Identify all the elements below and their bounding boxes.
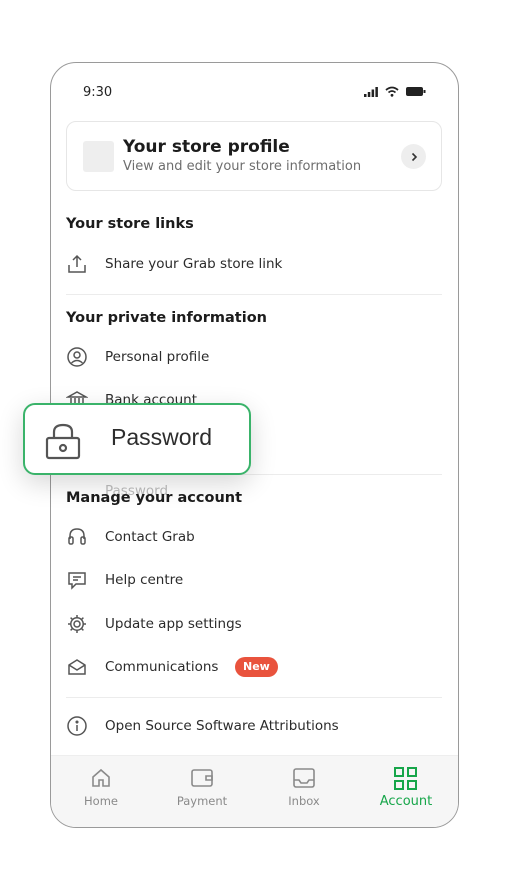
divider xyxy=(66,294,442,295)
menu-item-help-centre[interactable]: Help centre xyxy=(66,568,442,592)
menu-item-update-app-settings[interactable]: Update app settings xyxy=(66,612,442,636)
wifi-icon xyxy=(385,86,399,97)
envelope-open-icon xyxy=(66,656,88,678)
section-title-store-links: Your store links xyxy=(66,216,194,232)
bottom-tab-bar: Home Payment Inbox Account xyxy=(51,755,458,827)
lock-icon xyxy=(43,422,83,464)
menu-item-open-source-attributions[interactable]: Open Source Software Attributions xyxy=(66,714,442,738)
divider xyxy=(66,697,442,698)
section-title-manage-account: Manage your account xyxy=(66,490,243,506)
password-callout[interactable]: Password xyxy=(23,403,251,475)
home-icon xyxy=(92,768,110,787)
profile-circle-icon xyxy=(66,346,88,368)
menu-item-contact-grab[interactable]: Contact Grab xyxy=(66,525,442,549)
store-profile-subtitle: View and edit your store information xyxy=(123,159,362,174)
signal-icon xyxy=(364,86,378,97)
status-icons xyxy=(364,86,426,97)
menu-item-label: Share your Grab store link xyxy=(105,256,283,272)
menu-item-personal-profile[interactable]: Personal profile xyxy=(66,345,442,369)
tab-label: Inbox xyxy=(288,794,320,808)
tab-label: Payment xyxy=(176,794,228,808)
menu-item-label: Open Source Software Attributions xyxy=(105,718,339,734)
gear-icon xyxy=(66,613,88,635)
inbox-icon xyxy=(293,768,315,788)
menu-item-label: Help centre xyxy=(105,572,184,588)
grid-icon xyxy=(394,767,417,790)
headset-icon xyxy=(66,526,88,548)
battery-icon xyxy=(406,87,426,96)
tab-home[interactable]: Home xyxy=(51,766,151,808)
share-upload-icon xyxy=(66,253,88,275)
chevron-right-icon[interactable] xyxy=(401,144,426,169)
wallet-icon xyxy=(191,769,213,787)
password-callout-label: Password xyxy=(111,424,212,450)
tab-inbox[interactable]: Inbox xyxy=(254,766,354,808)
tab-payment[interactable]: Payment xyxy=(152,766,252,808)
status-bar: 9:30 xyxy=(51,63,458,121)
info-icon xyxy=(66,715,88,737)
status-time: 9:30 xyxy=(83,85,113,100)
store-profile-card[interactable]: Your store profile View and edit your st… xyxy=(66,121,442,191)
section-title-private-info: Your private information xyxy=(66,310,267,326)
new-badge: New xyxy=(235,657,278,677)
tab-label: Home xyxy=(84,794,118,808)
chat-help-icon xyxy=(66,569,88,591)
menu-item-communications[interactable]: Communications New xyxy=(66,655,442,679)
store-avatar xyxy=(83,141,114,172)
menu-item-share-store-link[interactable]: Share your Grab store link xyxy=(66,252,442,276)
menu-item-label: Personal profile xyxy=(105,349,210,365)
tab-account[interactable]: Account xyxy=(356,766,456,809)
menu-item-label: Contact Grab xyxy=(105,529,195,545)
menu-item-label: Update app settings xyxy=(105,616,242,632)
menu-item-label: Communications xyxy=(105,659,219,675)
tab-label: Account xyxy=(379,794,433,809)
store-profile-title: Your store profile xyxy=(123,137,290,157)
